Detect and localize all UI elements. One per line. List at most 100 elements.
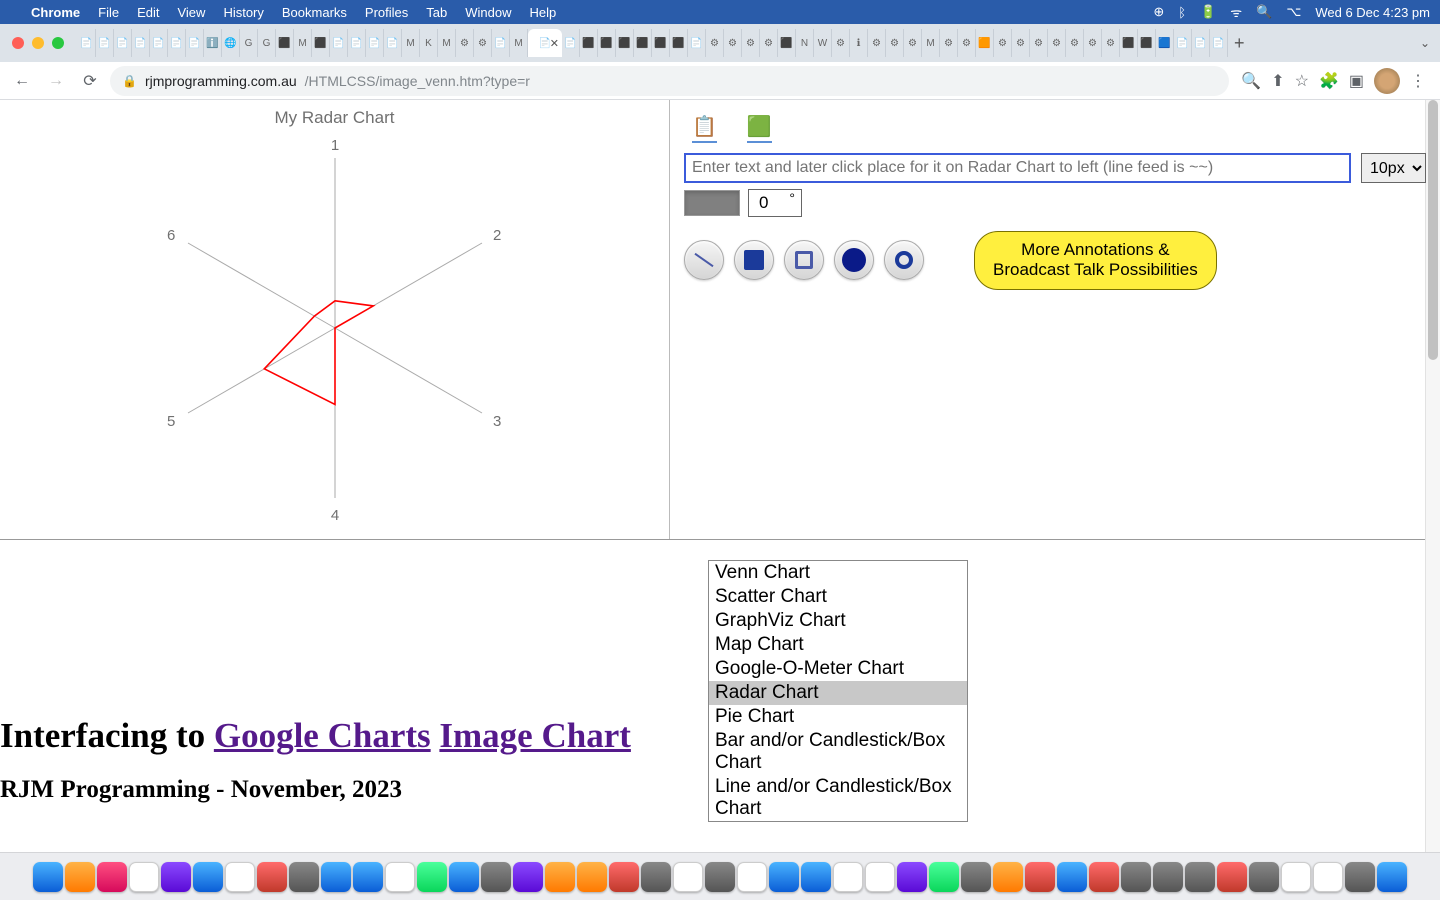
chart-list-option[interactable]: GraphViz Chart xyxy=(709,609,967,633)
notepad-icon[interactable]: 📋 xyxy=(692,114,717,143)
dock-app[interactable] xyxy=(289,862,319,892)
annotation-text-input[interactable] xyxy=(684,153,1351,183)
more-annotations-button[interactable]: More Annotations & Broadcast Talk Possib… xyxy=(974,231,1217,290)
tabs-dropdown-icon[interactable]: ⌄ xyxy=(1420,36,1430,50)
tab[interactable]: ⚙ xyxy=(742,29,760,57)
bluetooth-icon[interactable]: ᛒ xyxy=(1178,5,1186,20)
dock-app[interactable] xyxy=(577,862,607,892)
dock-app[interactable] xyxy=(513,862,543,892)
dock-app[interactable] xyxy=(1185,862,1215,892)
dock-app[interactable] xyxy=(33,862,63,892)
wifi-icon[interactable]: ᯤ xyxy=(1230,3,1242,21)
tab[interactable]: ⚙ xyxy=(904,29,922,57)
dock-app[interactable] xyxy=(609,862,639,892)
tab[interactable]: ⚙ xyxy=(1084,29,1102,57)
dock-app[interactable] xyxy=(97,862,127,892)
tab[interactable]: 📄 xyxy=(96,29,114,57)
tab[interactable]: ⚙ xyxy=(706,29,724,57)
tab[interactable]: K xyxy=(420,29,438,57)
chart-list-option[interactable]: Line and/or Candlestick/Box Chart xyxy=(709,775,967,821)
spotlight-icon[interactable]: 🔍 xyxy=(1256,4,1272,20)
tab[interactable]: G xyxy=(258,29,276,57)
dock-app[interactable] xyxy=(65,862,95,892)
tab[interactable]: ⚙ xyxy=(1048,29,1066,57)
tab[interactable]: M xyxy=(922,29,940,57)
chart-list-option[interactable]: Bar and/or Candlestick/Box Chart xyxy=(709,729,967,775)
tab[interactable]: ℹ️ xyxy=(204,29,222,57)
tab[interactable]: M xyxy=(294,29,312,57)
dock-app[interactable] xyxy=(321,862,351,892)
menu-bookmarks[interactable]: Bookmarks xyxy=(273,5,356,20)
device-icon[interactable]: 🟩 xyxy=(747,114,772,143)
dock-app[interactable] xyxy=(385,862,415,892)
dock-app[interactable] xyxy=(1313,862,1343,892)
menu-help[interactable]: Help xyxy=(521,5,566,20)
dock-app[interactable] xyxy=(1153,862,1183,892)
dock-app[interactable] xyxy=(897,862,927,892)
tab[interactable]: M xyxy=(510,29,528,57)
dock-app[interactable] xyxy=(545,862,575,892)
dock-app[interactable] xyxy=(641,862,671,892)
menu-edit[interactable]: Edit xyxy=(128,5,168,20)
chart-list-option[interactable]: Pie Chart xyxy=(709,705,967,729)
tab[interactable]: 🟧 xyxy=(976,29,994,57)
chart-type-listbox[interactable]: Venn ChartScatter ChartGraphViz ChartMap… xyxy=(708,560,968,822)
dock-app[interactable] xyxy=(769,862,799,892)
profile-avatar[interactable] xyxy=(1374,68,1400,94)
dock-app[interactable] xyxy=(801,862,831,892)
dock-app[interactable] xyxy=(705,862,735,892)
chart-list-option[interactable]: Map Chart xyxy=(709,633,967,657)
forward-button[interactable]: → xyxy=(42,67,70,95)
tab[interactable]: 📄 xyxy=(562,29,580,57)
filled-circle-tool-button[interactable] xyxy=(834,240,874,280)
dock-app[interactable] xyxy=(129,862,159,892)
globe-icon[interactable]: ⊕ xyxy=(1153,4,1164,20)
tab[interactable]: 📄 xyxy=(492,29,510,57)
bookmark-icon[interactable]: ☆ xyxy=(1295,71,1309,91)
dock-app[interactable] xyxy=(193,862,223,892)
tab[interactable]: ⚙ xyxy=(958,29,976,57)
tab[interactable]: ⬛ xyxy=(652,29,670,57)
chart-list-option[interactable]: Scatter Chart xyxy=(709,585,967,609)
chart-list-option[interactable]: Radar Chart xyxy=(709,681,967,705)
tab[interactable]: 📄 xyxy=(168,29,186,57)
maximize-window-button[interactable] xyxy=(52,37,64,49)
tab[interactable]: 🟦 xyxy=(1156,29,1174,57)
tab[interactable]: ⬛ xyxy=(634,29,652,57)
tab[interactable]: 📄 xyxy=(1174,29,1192,57)
tab[interactable]: 📄 xyxy=(114,29,132,57)
tab[interactable]: ⬛ xyxy=(312,29,330,57)
extensions-icon[interactable]: 🧩 xyxy=(1319,71,1339,91)
chart-list-option[interactable]: Venn Chart xyxy=(709,561,967,585)
dock-app[interactable] xyxy=(1217,862,1247,892)
tab[interactable]: 📄 xyxy=(688,29,706,57)
control-center-icon[interactable]: ⌥ xyxy=(1286,4,1301,20)
menu-profiles[interactable]: Profiles xyxy=(356,5,417,20)
dock-app[interactable] xyxy=(225,862,255,892)
tab[interactable]: ⚙ xyxy=(1066,29,1084,57)
dock-app[interactable] xyxy=(929,862,959,892)
tab[interactable]: ⬛ xyxy=(778,29,796,57)
tab[interactable]: 📄 xyxy=(150,29,168,57)
address-bar[interactable]: 🔒 rjmprogramming.com.au/HTMLCSS/image_ve… xyxy=(110,66,1229,96)
dock-app[interactable] xyxy=(865,862,895,892)
dock-app[interactable] xyxy=(449,862,479,892)
tab[interactable]: ⬛ xyxy=(616,29,634,57)
tab[interactable]: ⬛ xyxy=(1120,29,1138,57)
tab[interactable]: M xyxy=(402,29,420,57)
battery-icon[interactable]: 🔋 xyxy=(1200,4,1216,20)
radar-chart[interactable]: 1 2 3 4 5 6 xyxy=(145,128,525,528)
dock-app[interactable] xyxy=(417,862,447,892)
dock-app[interactable] xyxy=(353,862,383,892)
new-tab-button[interactable]: + xyxy=(1234,33,1245,54)
sidepanel-icon[interactable]: ▣ xyxy=(1349,71,1364,91)
dock-app[interactable] xyxy=(993,862,1023,892)
tab[interactable]: ⚙ xyxy=(760,29,778,57)
chart-list-option[interactable]: Google-O-Meter Chart xyxy=(709,657,967,681)
tab[interactable]: N xyxy=(796,29,814,57)
tab[interactable]: ⬛ xyxy=(670,29,688,57)
dock-app[interactable] xyxy=(737,862,767,892)
zoom-icon[interactable]: 🔍 xyxy=(1241,71,1261,91)
tab[interactable]: ⚙ xyxy=(940,29,958,57)
tab[interactable]: ⬛ xyxy=(580,29,598,57)
